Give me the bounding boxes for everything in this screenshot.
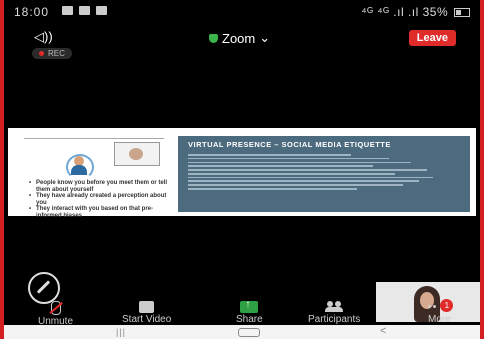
share-label: Share	[236, 314, 263, 325]
recent-apps-icon[interactable]: |||	[116, 327, 126, 337]
notification-icon	[79, 6, 90, 15]
battery-icon	[454, 8, 470, 18]
participants-button[interactable]: Participants	[308, 301, 360, 325]
home-icon[interactable]	[238, 328, 260, 337]
more-label: More	[428, 314, 451, 325]
status-time: 18:00	[14, 5, 50, 19]
slide-right-panel: VIRTUAL PRESENCE – SOCIAL MEDIA ETIQUETT…	[178, 136, 470, 212]
participants-icon	[325, 301, 344, 313]
status-bar: 18:00 ⁴ᴳ ⁴ᴳ .ıl .ıl 35%	[4, 0, 480, 22]
notification-icon	[62, 6, 73, 15]
slide-bullets: People know you before you meet them or …	[28, 180, 178, 219]
meeting-title[interactable]: Zoom ⌄	[209, 30, 270, 46]
share-button[interactable]: Share	[236, 299, 263, 325]
participants-label: Participants	[308, 314, 361, 325]
person-icon	[66, 148, 94, 180]
shield-icon	[209, 33, 218, 43]
zoom-meeting-screen: 18:00 ⁴ᴳ ⁴ᴳ .ıl .ıl 35% ◁)) Zoom ⌄ Leave…	[0, 0, 484, 339]
unmute-button[interactable]: Unmute	[38, 301, 73, 327]
status-right: ⁴ᴳ ⁴ᴳ .ıl .ıl 35%	[361, 5, 470, 19]
chevron-down-icon: ⌄	[259, 30, 271, 45]
record-dot-icon	[39, 51, 44, 56]
notification-icon	[96, 6, 107, 15]
meeting-toolbar: Unmute Start Video Share Participants 1 …	[4, 299, 480, 327]
start-video-button[interactable]: Start Video	[122, 301, 171, 325]
recording-indicator: REC	[32, 48, 72, 59]
start-video-label: Start Video	[122, 314, 172, 325]
more-dots-icon: 1	[428, 299, 454, 313]
speaker-icon[interactable]: ◁))	[34, 29, 53, 45]
back-icon[interactable]: <	[380, 325, 386, 337]
share-screen-icon	[240, 299, 259, 313]
muted-mic-icon	[50, 301, 61, 315]
meeting-top-bar: ◁)) Zoom ⌄ Leave	[4, 28, 480, 48]
android-nav-bar: ||| <	[4, 325, 480, 339]
video-call-icon	[114, 142, 160, 166]
notification-badge: 1	[440, 299, 454, 312]
notification-icons	[62, 6, 107, 15]
slide-left-panel: People know you before you meet them or …	[24, 138, 178, 219]
leave-button[interactable]: Leave	[408, 30, 456, 46]
video-off-icon	[139, 301, 155, 313]
signal-icon: ⁴ᴳ ⁴ᴳ .ıl .ıl	[361, 5, 419, 19]
bullet-item: People know you before you meet them or …	[29, 180, 178, 193]
app-title: Zoom	[222, 30, 256, 46]
bullet-item: They have already created a perception a…	[29, 193, 178, 206]
bullet-item: They interact with you based on that pre…	[29, 206, 178, 219]
slide-title: VIRTUAL PRESENCE – SOCIAL MEDIA ETIQUETT…	[188, 140, 391, 149]
divider	[24, 138, 164, 139]
rec-label: REC	[48, 49, 65, 58]
battery-percent: 35%	[422, 5, 449, 19]
annotate-pencil-button[interactable]	[28, 272, 60, 304]
slide-text-lines	[188, 154, 460, 190]
more-button[interactable]: 1 More	[428, 299, 454, 325]
shared-screen-slide: People know you before you meet them or …	[8, 128, 476, 219]
